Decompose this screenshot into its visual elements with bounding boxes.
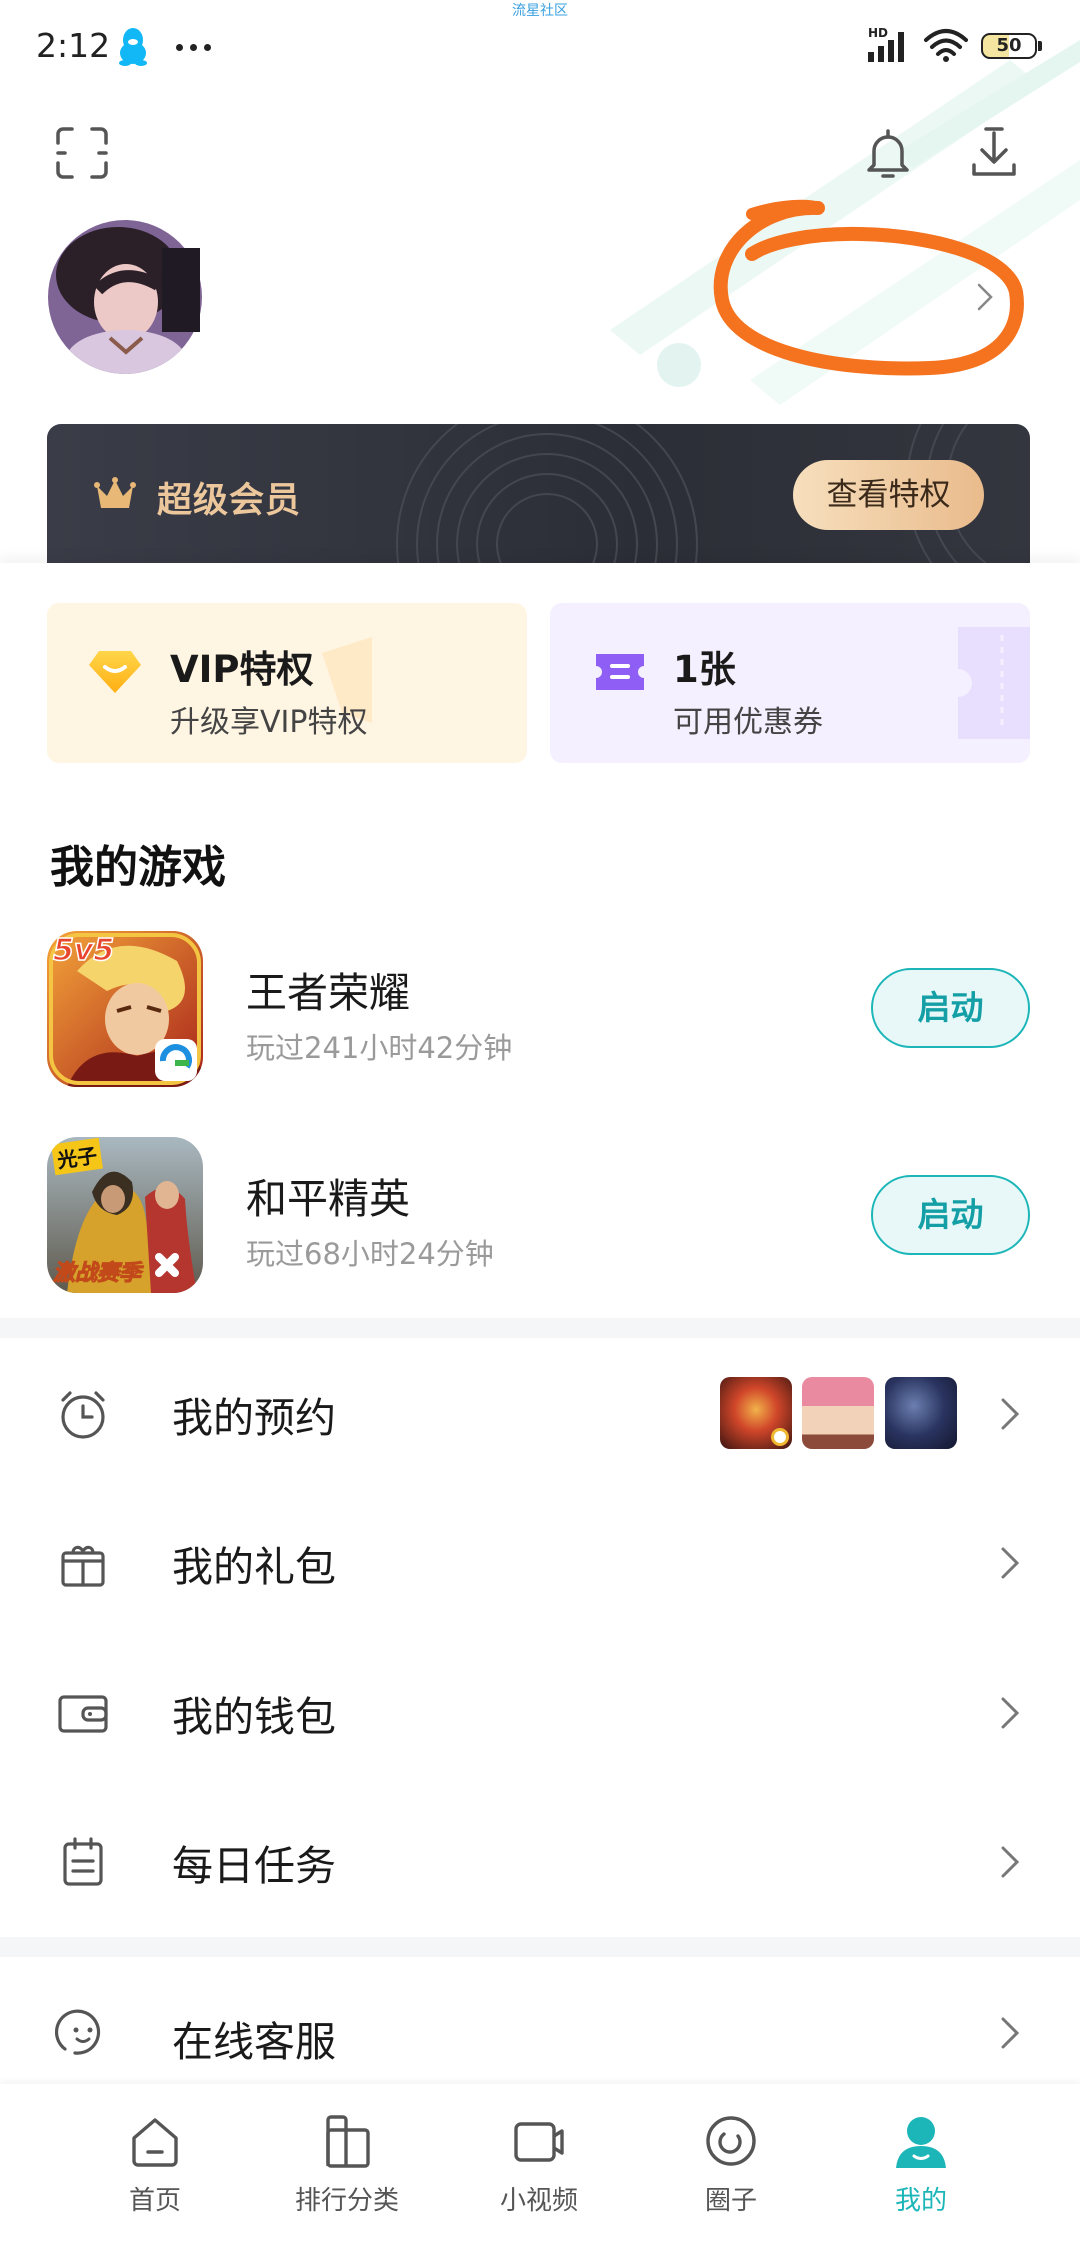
section-divider <box>0 1318 1080 1338</box>
menu-item-label: 我的预约 <box>172 1394 336 1442</box>
game-icon-badge-text: 5v5 <box>52 932 115 969</box>
coupon-card[interactable]: 1张 可用优惠券 <box>550 603 1030 763</box>
game-playtime: 玩过68小时24分钟 <box>246 1237 494 1271</box>
vip-privilege-card[interactable]: VIP特权 升级享VIP特权 <box>47 603 527 763</box>
alarm-clock-icon <box>61 1391 105 1439</box>
reserved-game-thumb[interactable] <box>802 1377 874 1449</box>
task-clipboard-icon <box>63 1837 103 1886</box>
chevron-right-icon <box>1001 1697 1020 1729</box>
vip-card-title: VIP特权 <box>170 648 314 691</box>
nav-item-community[interactable]: 圈子 <box>656 2084 806 2248</box>
menu-item-reservations[interactable]: 我的预约 <box>0 1339 1080 1489</box>
my-games-heading: 我的游戏 <box>50 842 226 893</box>
menu-item-label: 我的礼包 <box>172 1543 336 1591</box>
nav-item-home[interactable]: 首页 <box>80 2084 230 2248</box>
reserved-game-thumb[interactable] <box>885 1377 957 1449</box>
game-playtime: 玩过241小时42分钟 <box>246 1031 513 1065</box>
coupon-icon <box>596 654 644 690</box>
video-icon <box>514 2122 564 2162</box>
nav-label: 小视频 <box>499 2186 578 2216</box>
ranking-icon <box>326 2115 370 2168</box>
menu-item-label: 我的钱包 <box>172 1693 336 1741</box>
vip-card-subtitle: 升级享VIP特权 <box>170 705 368 740</box>
chevron-right-icon <box>1001 2017 1020 2049</box>
chevron-right-icon <box>1001 1547 1020 1579</box>
game-name: 王者荣耀 <box>246 969 410 1017</box>
gift-box-icon <box>61 1545 105 1587</box>
customer-service-icon <box>55 2009 101 2055</box>
game-icon-peacekeeper-elite[interactable]: 光子 激战赛季 <box>47 1137 203 1293</box>
community-circle-icon <box>706 2116 756 2166</box>
nav-item-profile[interactable]: 我的 <box>846 2084 996 2248</box>
nav-item-ranking[interactable]: 排行分类 <box>272 2084 422 2248</box>
bottom-navigation: 首页 排行分类 小视频 圈子 我的 <box>0 2084 1080 2248</box>
coupon-card-subtitle: 可用优惠券 <box>673 705 823 740</box>
reserved-game-thumb[interactable] <box>720 1377 792 1449</box>
coupon-card-title: 1张 <box>673 648 736 691</box>
nav-item-short-video[interactable]: 小视频 <box>464 2084 614 2248</box>
nav-label: 圈子 <box>704 2186 757 2216</box>
launch-game-button[interactable]: 启动 <box>871 968 1030 1048</box>
nav-label: 排行分类 <box>294 2186 399 2216</box>
vip-diamond-icon <box>89 651 141 693</box>
home-icon <box>132 2118 178 2167</box>
nav-label: 首页 <box>128 2186 181 2216</box>
wallet-icon <box>58 1695 108 1733</box>
menu-item-daily-tasks[interactable]: 每日任务 <box>0 1787 1080 1937</box>
menu-item-label: 在线客服 <box>172 2018 336 2066</box>
game-icon-honor-of-kings[interactable]: 5v5 <box>47 931 203 1087</box>
menu-item-label: 每日任务 <box>172 1842 336 1890</box>
launch-game-button[interactable]: 启动 <box>871 1175 1030 1255</box>
crown-icon <box>94 477 136 508</box>
menu-item-wallet[interactable]: 我的钱包 <box>0 1638 1080 1788</box>
chevron-right-icon <box>1001 1846 1020 1878</box>
nav-label: 我的 <box>894 2186 947 2216</box>
game-icon-badge-text: 光子 <box>51 1137 103 1176</box>
vip-banner-title: 超级会员 <box>157 481 302 521</box>
menu-item-customer-service[interactable]: 在线客服 <box>0 1958 1080 2084</box>
chevron-right-icon <box>1001 1398 1020 1430</box>
menu-item-gift-packs[interactable]: 我的礼包 <box>0 1488 1080 1638</box>
profile-icon <box>896 2117 946 2168</box>
game-icon-season-text: 激战赛季 <box>52 1261 142 1287</box>
view-privileges-button[interactable]: 查看特权 <box>793 460 984 530</box>
section-divider <box>0 1937 1080 1957</box>
game-name: 和平精英 <box>246 1175 410 1223</box>
orange-annotation-circle <box>713 199 1024 376</box>
